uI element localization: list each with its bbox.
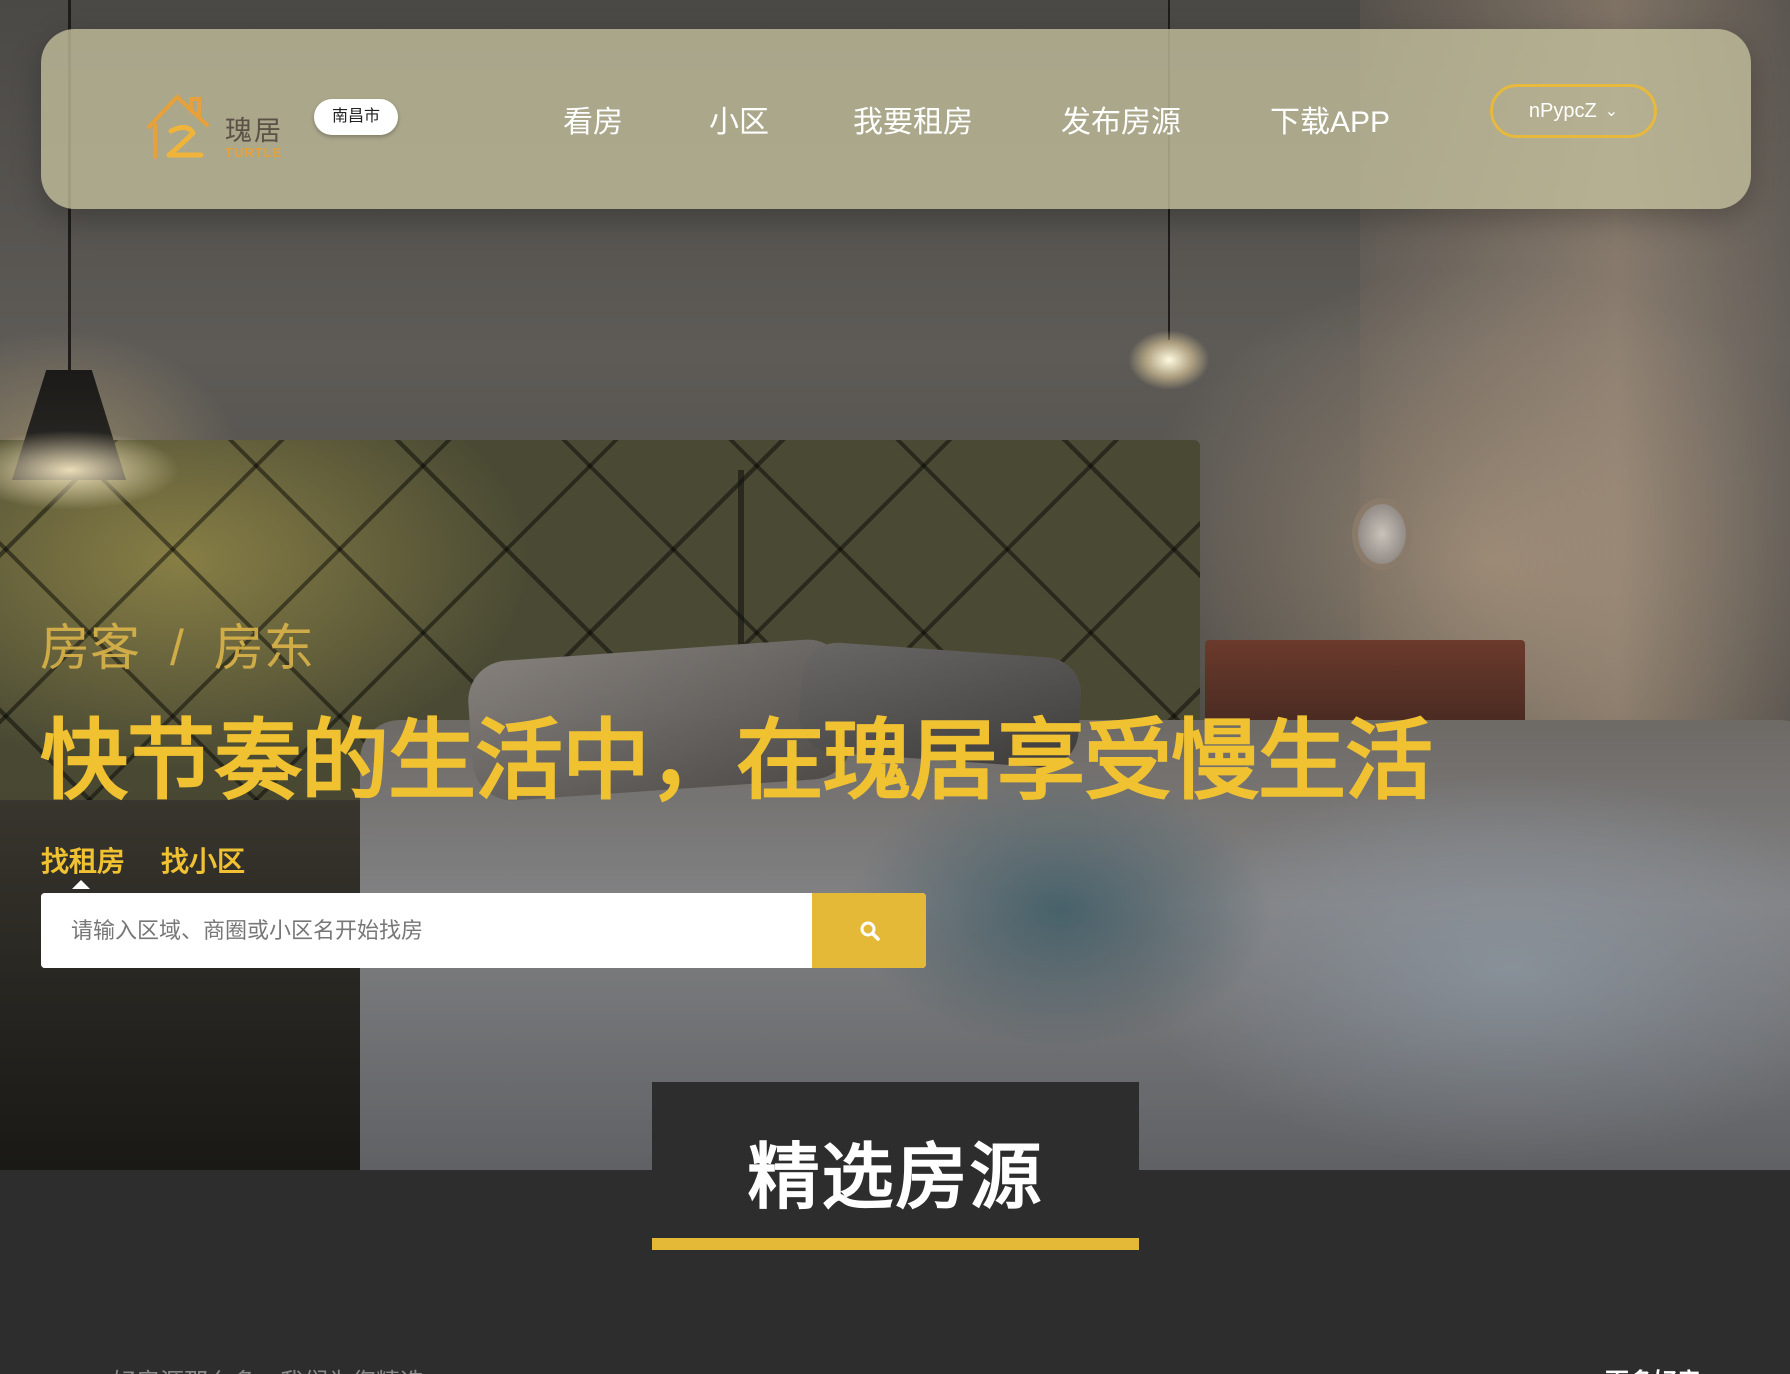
role-landlord[interactable]: 房东 (214, 620, 314, 676)
role-tenant[interactable]: 房客 (40, 620, 140, 676)
tab-find-community[interactable]: 找小区 (161, 840, 245, 880)
hero-slogan: 快节奏的生活中，在瑰居享受慢生活 (40, 711, 1433, 810)
user-menu-button[interactable]: nPypcZ ⌄ (1490, 84, 1657, 138)
nav-item-post-listing[interactable]: 发布房源 (1061, 97, 1181, 141)
chevron-down-icon: ⌄ (1604, 103, 1619, 120)
active-tab-indicator (72, 880, 90, 889)
section-title: 精选房源 (747, 1138, 1044, 1218)
site-logo[interactable]: 瑰居 TURTLE (141, 87, 301, 167)
tab-find-rental[interactable]: 找租房 (41, 840, 125, 880)
search-bar (41, 893, 926, 968)
more-listings-link[interactable]: 更多好房 (1605, 1362, 1701, 1374)
nav-item-communities[interactable]: 小区 (709, 97, 769, 141)
site-header: 瑰居 TURTLE 南昌市 看房 小区 我要租房 发布房源 下载APP nPyp… (41, 29, 1751, 209)
search-icon (860, 921, 880, 941)
role-switch: 房客 / 房东 (40, 608, 314, 680)
nav-item-rent[interactable]: 我要租房 (853, 97, 973, 141)
nav-item-download-app[interactable]: 下载APP (1270, 97, 1390, 141)
section-title-underline (652, 1238, 1139, 1250)
house-logo-icon (147, 95, 209, 159)
user-name: nPypcZ (1528, 100, 1597, 122)
search-button[interactable] (812, 893, 926, 968)
logo-subtitle: TURTLE (225, 145, 283, 160)
city-selector[interactable]: 南昌市 (314, 99, 398, 135)
section-subtitle: 好房源那么多，我们为您精选 (112, 1362, 424, 1374)
nav-item-view-houses[interactable]: 看房 (563, 97, 623, 141)
search-input[interactable] (41, 893, 812, 968)
logo-name: 瑰居 (225, 116, 283, 146)
role-separator: / (170, 620, 184, 676)
